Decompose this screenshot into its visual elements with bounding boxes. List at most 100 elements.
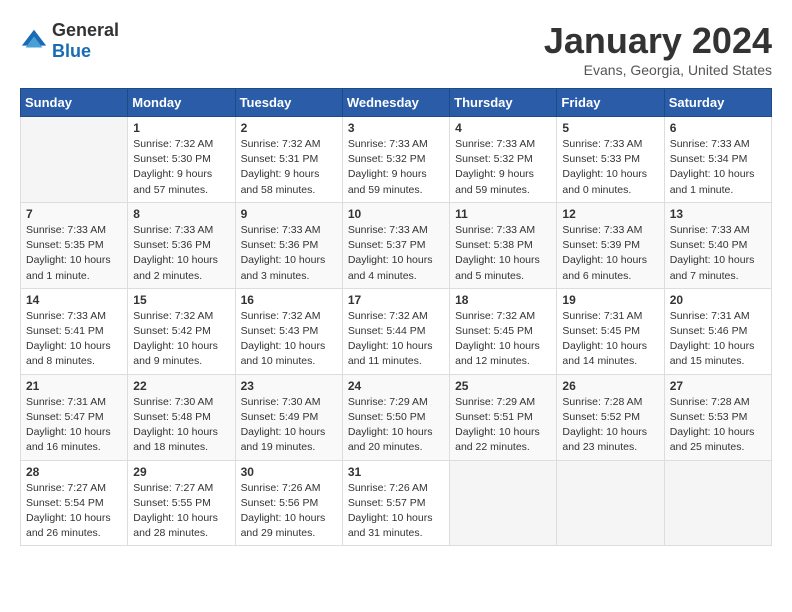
day-number: 24 <box>348 379 444 393</box>
day-number: 17 <box>348 293 444 307</box>
header-monday: Monday <box>128 89 235 117</box>
day-number: 29 <box>133 465 229 479</box>
header-saturday: Saturday <box>664 89 771 117</box>
calendar-cell: 24 Sunrise: 7:29 AMSunset: 5:50 PMDayligh… <box>342 374 449 460</box>
day-number: 9 <box>241 207 337 221</box>
day-info: Sunrise: 7:33 AMSunset: 5:39 PMDaylight:… <box>562 223 658 284</box>
calendar-cell: 28 Sunrise: 7:27 AMSunset: 5:54 PMDayligh… <box>21 460 128 546</box>
calendar-cell: 18Sunrise: 7:32 AMSunset: 5:45 PMDayligh… <box>450 288 557 374</box>
day-info: Sunrise: 7:27 AMSunset: 5:54 PMDaylight:… <box>26 481 122 542</box>
day-number: 1 <box>133 121 229 135</box>
calendar-cell: 22 Sunrise: 7:30 AMSunset: 5:48 PMDayligh… <box>128 374 235 460</box>
day-number: 23 <box>241 379 337 393</box>
calendar-week-3: 14 Sunrise: 7:33 AMSunset: 5:41 PMDayligh… <box>21 288 772 374</box>
day-info: Sunrise: 7:32 AMSunset: 5:30 PMDaylight:… <box>133 137 229 198</box>
day-info: Sunrise: 7:33 AMSunset: 5:37 PMDaylight:… <box>348 223 444 284</box>
calendar-cell: 20 Sunrise: 7:31 AMSunset: 5:46 PMDayligh… <box>664 288 771 374</box>
day-number: 20 <box>670 293 766 307</box>
calendar-cell: 23 Sunrise: 7:30 AMSunset: 5:49 PMDayligh… <box>235 374 342 460</box>
day-info: Sunrise: 7:29 AMSunset: 5:51 PMDaylight:… <box>455 395 551 456</box>
day-info: Sunrise: 7:27 AMSunset: 5:55 PMDaylight:… <box>133 481 229 542</box>
calendar-cell: 3 Sunrise: 7:33 AMSunset: 5:32 PMDaylight… <box>342 117 449 203</box>
day-number: 6 <box>670 121 766 135</box>
subtitle: Evans, Georgia, United States <box>544 62 772 78</box>
day-number: 22 <box>133 379 229 393</box>
header-wednesday: Wednesday <box>342 89 449 117</box>
day-info: Sunrise: 7:26 AMSunset: 5:57 PMDaylight:… <box>348 481 444 542</box>
header-sunday: Sunday <box>21 89 128 117</box>
calendar-cell: 8 Sunrise: 7:33 AMSunset: 5:36 PMDaylight… <box>128 202 235 288</box>
calendar-cell: 7 Sunrise: 7:33 AMSunset: 5:35 PMDaylight… <box>21 202 128 288</box>
day-info: Sunrise: 7:26 AMSunset: 5:56 PMDaylight:… <box>241 481 337 542</box>
calendar-header-row: SundayMondayTuesdayWednesdayThursdayFrid… <box>21 89 772 117</box>
calendar-cell: 27 Sunrise: 7:28 AMSunset: 5:53 PMDayligh… <box>664 374 771 460</box>
day-info: Sunrise: 7:32 AMSunset: 5:44 PMDaylight:… <box>348 309 444 370</box>
calendar-week-2: 7 Sunrise: 7:33 AMSunset: 5:35 PMDaylight… <box>21 202 772 288</box>
calendar-week-1: 1 Sunrise: 7:32 AMSunset: 5:30 PMDaylight… <box>21 117 772 203</box>
day-info: Sunrise: 7:33 AMSunset: 5:36 PMDaylight:… <box>133 223 229 284</box>
main-title: January 2024 <box>544 20 772 62</box>
day-info: Sunrise: 7:29 AMSunset: 5:50 PMDaylight:… <box>348 395 444 456</box>
day-number: 2 <box>241 121 337 135</box>
header-tuesday: Tuesday <box>235 89 342 117</box>
day-info: Sunrise: 7:32 AMSunset: 5:43 PMDaylight:… <box>241 309 337 370</box>
day-number: 3 <box>348 121 444 135</box>
calendar-cell: 17 Sunrise: 7:32 AMSunset: 5:44 PMDayligh… <box>342 288 449 374</box>
day-number: 27 <box>670 379 766 393</box>
calendar-cell: 10Sunrise: 7:33 AMSunset: 5:37 PMDayligh… <box>342 202 449 288</box>
day-number: 14 <box>26 293 122 307</box>
header-friday: Friday <box>557 89 664 117</box>
day-info: Sunrise: 7:32 AMSunset: 5:45 PMDaylight:… <box>455 309 551 370</box>
day-info: Sunrise: 7:33 AMSunset: 5:36 PMDaylight:… <box>241 223 337 284</box>
day-info: Sunrise: 7:33 AMSunset: 5:34 PMDaylight:… <box>670 137 766 198</box>
day-info: Sunrise: 7:33 AMSunset: 5:41 PMDaylight:… <box>26 309 122 370</box>
day-number: 4 <box>455 121 551 135</box>
calendar-cell: 1 Sunrise: 7:32 AMSunset: 5:30 PMDaylight… <box>128 117 235 203</box>
day-number: 5 <box>562 121 658 135</box>
calendar-cell: 4 Sunrise: 7:33 AMSunset: 5:32 PMDaylight… <box>450 117 557 203</box>
day-number: 28 <box>26 465 122 479</box>
calendar-cell: 31Sunrise: 7:26 AMSunset: 5:57 PMDayligh… <box>342 460 449 546</box>
header-thursday: Thursday <box>450 89 557 117</box>
calendar-cell: 12 Sunrise: 7:33 AMSunset: 5:39 PMDayligh… <box>557 202 664 288</box>
calendar-cell <box>21 117 128 203</box>
day-info: Sunrise: 7:32 AMSunset: 5:42 PMDaylight:… <box>133 309 229 370</box>
logo: General Blue <box>20 20 119 62</box>
calendar-cell <box>557 460 664 546</box>
calendar-cell: 9 Sunrise: 7:33 AMSunset: 5:36 PMDaylight… <box>235 202 342 288</box>
day-number: 15 <box>133 293 229 307</box>
day-info: Sunrise: 7:33 AMSunset: 5:33 PMDaylight:… <box>562 137 658 198</box>
calendar-cell: 16 Sunrise: 7:32 AMSunset: 5:43 PMDayligh… <box>235 288 342 374</box>
title-section: January 2024 Evans, Georgia, United Stat… <box>544 20 772 78</box>
day-number: 16 <box>241 293 337 307</box>
day-info: Sunrise: 7:28 AMSunset: 5:52 PMDaylight:… <box>562 395 658 456</box>
calendar-cell <box>450 460 557 546</box>
day-info: Sunrise: 7:30 AMSunset: 5:49 PMDaylight:… <box>241 395 337 456</box>
day-info: Sunrise: 7:31 AMSunset: 5:47 PMDaylight:… <box>26 395 122 456</box>
day-number: 26 <box>562 379 658 393</box>
day-info: Sunrise: 7:33 AMSunset: 5:32 PMDaylight:… <box>348 137 444 198</box>
calendar-cell: 30 Sunrise: 7:26 AMSunset: 5:56 PMDayligh… <box>235 460 342 546</box>
calendar-week-5: 28 Sunrise: 7:27 AMSunset: 5:54 PMDayligh… <box>21 460 772 546</box>
calendar-cell: 13Sunrise: 7:33 AMSunset: 5:40 PMDayligh… <box>664 202 771 288</box>
calendar-cell: 14 Sunrise: 7:33 AMSunset: 5:41 PMDayligh… <box>21 288 128 374</box>
day-number: 7 <box>26 207 122 221</box>
calendar-cell: 11Sunrise: 7:33 AMSunset: 5:38 PMDayligh… <box>450 202 557 288</box>
logo-general: General <box>52 20 119 40</box>
day-number: 8 <box>133 207 229 221</box>
day-info: Sunrise: 7:31 AMSunset: 5:46 PMDaylight:… <box>670 309 766 370</box>
day-number: 12 <box>562 207 658 221</box>
day-info: Sunrise: 7:33 AMSunset: 5:35 PMDaylight:… <box>26 223 122 284</box>
day-info: Sunrise: 7:33 AMSunset: 5:32 PMDaylight:… <box>455 137 551 198</box>
day-number: 30 <box>241 465 337 479</box>
day-info: Sunrise: 7:28 AMSunset: 5:53 PMDaylight:… <box>670 395 766 456</box>
calendar-table: SundayMondayTuesdayWednesdayThursdayFrid… <box>20 88 772 546</box>
day-number: 19 <box>562 293 658 307</box>
day-number: 11 <box>455 207 551 221</box>
calendar-week-4: 21Sunrise: 7:31 AMSunset: 5:47 PMDayligh… <box>21 374 772 460</box>
day-info: Sunrise: 7:30 AMSunset: 5:48 PMDaylight:… <box>133 395 229 456</box>
calendar-cell: 6 Sunrise: 7:33 AMSunset: 5:34 PMDaylight… <box>664 117 771 203</box>
logo-blue: Blue <box>52 41 91 61</box>
calendar-cell: 25Sunrise: 7:29 AMSunset: 5:51 PMDayligh… <box>450 374 557 460</box>
page-header: General Blue January 2024 Evans, Georgia… <box>20 20 772 78</box>
